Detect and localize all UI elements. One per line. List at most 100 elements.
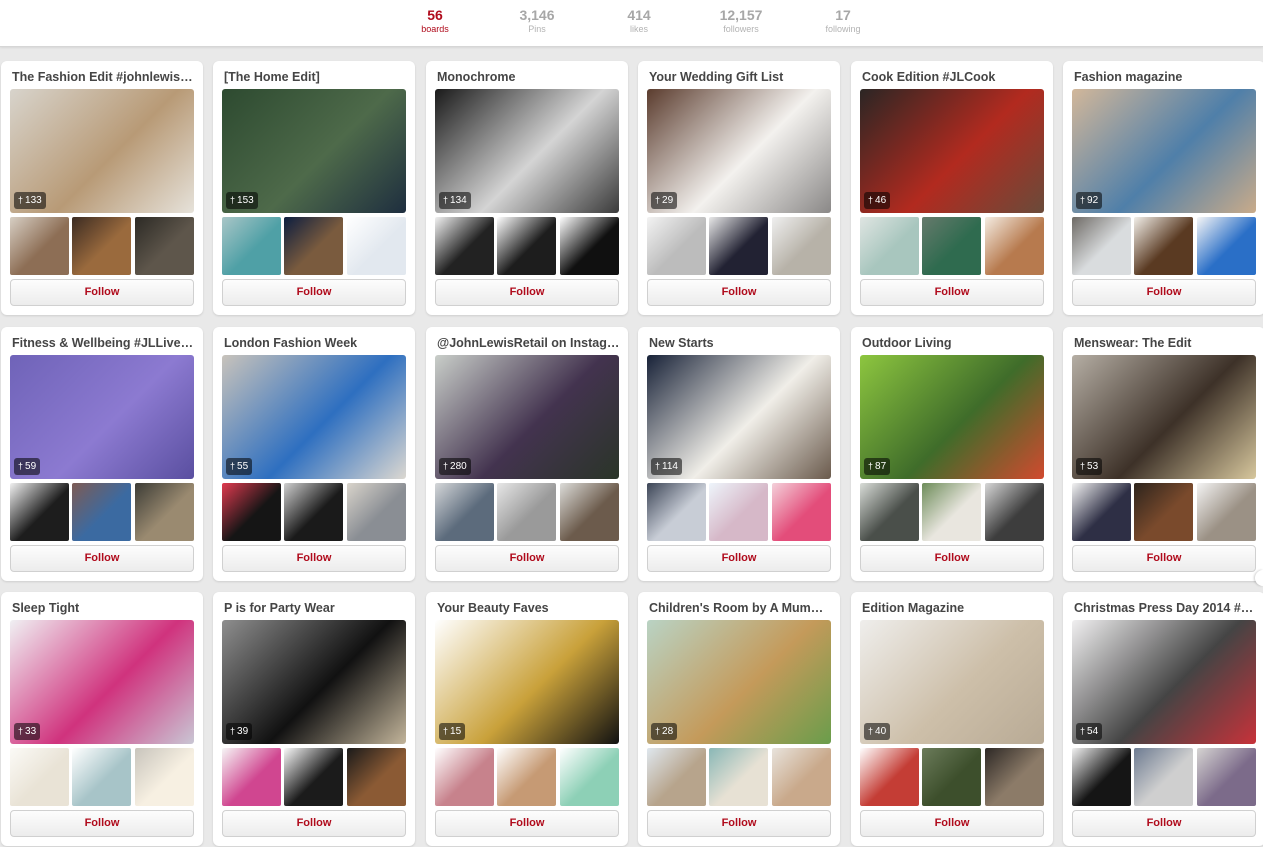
board-thumbnail[interactable]: [560, 217, 619, 275]
board-title[interactable]: Fashion magazine: [1074, 70, 1258, 85]
board-thumbnail[interactable]: [435, 748, 494, 806]
board-cover-image[interactable]: † 15: [435, 620, 619, 744]
follow-button[interactable]: Follow: [1072, 810, 1256, 837]
board-thumbnail[interactable]: [1134, 483, 1193, 541]
board-card[interactable]: Edition Magazine † 40 Follow: [851, 592, 1053, 846]
follow-button[interactable]: Follow: [1072, 279, 1256, 306]
board-thumbnail[interactable]: [284, 483, 343, 541]
board-card[interactable]: Christmas Press Day 2014 #J… † 54 Follow: [1063, 592, 1263, 846]
board-title[interactable]: New Starts: [649, 336, 833, 351]
board-card[interactable]: @JohnLewisRetail on Instagr… † 280 Follow: [426, 327, 628, 581]
board-cover-image[interactable]: † 39: [222, 620, 406, 744]
board-card[interactable]: Children's Room by A Mumm… † 28 Follow: [638, 592, 840, 846]
board-thumbnail[interactable]: [72, 483, 131, 541]
board-title[interactable]: Children's Room by A Mumm…: [649, 601, 833, 616]
board-card[interactable]: Fitness & Wellbeing #JLLiveB… † 59 Follow: [1, 327, 203, 581]
board-card[interactable]: Monochrome † 134 Follow: [426, 61, 628, 315]
board-title[interactable]: Fitness & Wellbeing #JLLiveB…: [12, 336, 196, 351]
board-cover-image[interactable]: † 92: [1072, 89, 1256, 213]
board-title[interactable]: Cook Edition #JLCook: [862, 70, 1046, 85]
board-cover-image[interactable]: † 46: [860, 89, 1044, 213]
board-cover-image[interactable]: † 33: [10, 620, 194, 744]
follow-button[interactable]: Follow: [860, 279, 1044, 306]
board-title[interactable]: Menswear: The Edit: [1074, 336, 1258, 351]
follow-button[interactable]: Follow: [860, 810, 1044, 837]
board-card[interactable]: Your Beauty Faves † 15 Follow: [426, 592, 628, 846]
board-thumbnail[interactable]: [347, 217, 406, 275]
follow-button[interactable]: Follow: [222, 279, 406, 306]
board-title[interactable]: Sleep Tight: [12, 601, 196, 616]
board-thumbnail[interactable]: [1197, 217, 1256, 275]
follow-button[interactable]: Follow: [647, 279, 831, 306]
board-thumbnail[interactable]: [497, 483, 556, 541]
board-thumbnail[interactable]: [709, 483, 768, 541]
board-cover-image[interactable]: † 280: [435, 355, 619, 479]
board-card[interactable]: Sleep Tight † 33 Follow: [1, 592, 203, 846]
follow-button[interactable]: Follow: [222, 545, 406, 572]
board-card[interactable]: Fashion magazine † 92 Follow: [1063, 61, 1263, 315]
board-thumbnail[interactable]: [709, 217, 768, 275]
board-thumbnail[interactable]: [772, 483, 831, 541]
board-cover-image[interactable]: † 133: [10, 89, 194, 213]
follow-button[interactable]: Follow: [860, 545, 1044, 572]
follow-button[interactable]: Follow: [435, 545, 619, 572]
board-thumbnail[interactable]: [560, 483, 619, 541]
follow-button[interactable]: Follow: [10, 279, 194, 306]
board-thumbnail[interactable]: [10, 217, 69, 275]
board-thumbnail[interactable]: [1072, 483, 1131, 541]
board-cover-image[interactable]: † 59: [10, 355, 194, 479]
board-thumbnail[interactable]: [435, 217, 494, 275]
board-title[interactable]: @JohnLewisRetail on Instagr…: [437, 336, 621, 351]
board-thumbnail[interactable]: [222, 217, 281, 275]
board-thumbnail[interactable]: [72, 217, 131, 275]
follow-button[interactable]: Follow: [10, 545, 194, 572]
board-thumbnail[interactable]: [10, 483, 69, 541]
board-thumbnail[interactable]: [497, 748, 556, 806]
board-thumbnail[interactable]: [560, 748, 619, 806]
board-title[interactable]: Your Beauty Faves: [437, 601, 621, 616]
board-thumbnail[interactable]: [284, 217, 343, 275]
board-thumbnail[interactable]: [772, 217, 831, 275]
board-title[interactable]: Monochrome: [437, 70, 621, 85]
board-thumbnail[interactable]: [222, 483, 281, 541]
board-card[interactable]: New Starts † 114 Follow: [638, 327, 840, 581]
stat-followers[interactable]: 12,157 followers: [701, 7, 781, 35]
board-thumbnail[interactable]: [1197, 748, 1256, 806]
stat-boards[interactable]: 56 boards: [395, 7, 475, 35]
board-thumbnail[interactable]: [647, 217, 706, 275]
board-cover-image[interactable]: † 28: [647, 620, 831, 744]
stat-following[interactable]: 17 following: [803, 7, 883, 35]
board-thumbnail[interactable]: [709, 748, 768, 806]
board-thumbnail[interactable]: [985, 217, 1044, 275]
board-thumbnail[interactable]: [647, 483, 706, 541]
board-title[interactable]: [The Home Edit]: [224, 70, 408, 85]
board-thumbnail[interactable]: [347, 748, 406, 806]
board-thumbnail[interactable]: [647, 748, 706, 806]
scroll-handle[interactable]: [1255, 570, 1263, 586]
board-thumbnail[interactable]: [284, 748, 343, 806]
board-thumbnail[interactable]: [1072, 748, 1131, 806]
follow-button[interactable]: Follow: [647, 810, 831, 837]
board-thumbnail[interactable]: [222, 748, 281, 806]
follow-button[interactable]: Follow: [1072, 545, 1256, 572]
board-thumbnail[interactable]: [497, 217, 556, 275]
board-thumbnail[interactable]: [922, 748, 981, 806]
board-thumbnail[interactable]: [347, 483, 406, 541]
board-thumbnail[interactable]: [860, 483, 919, 541]
board-title[interactable]: Outdoor Living: [862, 336, 1046, 351]
board-card[interactable]: Cook Edition #JLCook † 46 Follow: [851, 61, 1053, 315]
follow-button[interactable]: Follow: [435, 279, 619, 306]
board-thumbnail[interactable]: [985, 748, 1044, 806]
board-card[interactable]: London Fashion Week † 55 Follow: [213, 327, 415, 581]
board-cover-image[interactable]: † 29: [647, 89, 831, 213]
board-thumbnail[interactable]: [135, 217, 194, 275]
board-thumbnail[interactable]: [1197, 483, 1256, 541]
board-cover-image[interactable]: † 55: [222, 355, 406, 479]
board-card[interactable]: Your Wedding Gift List † 29 Follow: [638, 61, 840, 315]
board-thumbnail[interactable]: [860, 748, 919, 806]
follow-button[interactable]: Follow: [10, 810, 194, 837]
follow-button[interactable]: Follow: [222, 810, 406, 837]
board-title[interactable]: P is for Party Wear: [224, 601, 408, 616]
board-thumbnail[interactable]: [135, 483, 194, 541]
board-thumbnail[interactable]: [1072, 217, 1131, 275]
